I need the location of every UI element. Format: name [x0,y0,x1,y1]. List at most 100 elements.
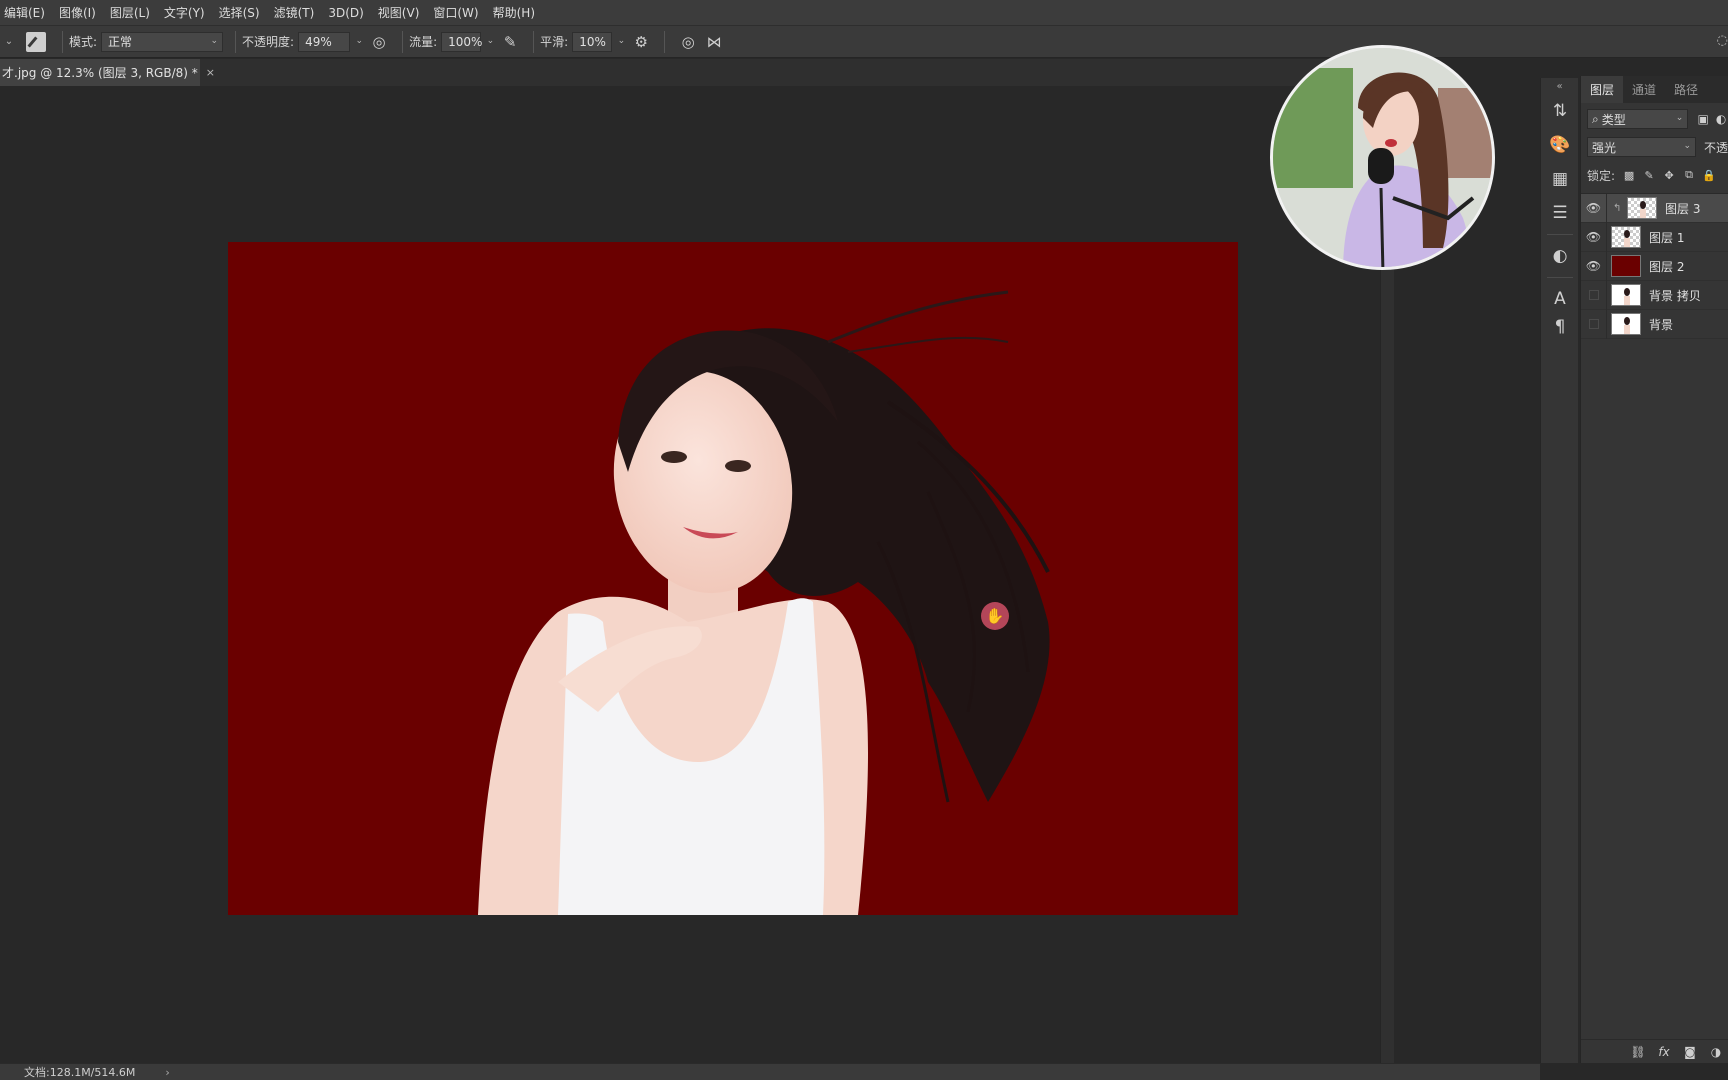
menu-layer[interactable]: 图层(L) [110,4,150,21]
add-mask-icon[interactable]: ◙ [1681,1043,1699,1061]
lock-all-icon[interactable]: 🔒 [1702,168,1716,182]
lock-position-icon[interactable]: ✥ [1662,168,1676,182]
divider [1547,277,1573,278]
menu-3d[interactable]: 3D(D) [328,6,363,20]
chevron-down-icon[interactable]: ⌄ [487,36,495,46]
filter-kind-select[interactable]: ⌕ 类型 ⌄ [1587,109,1689,129]
menu-help[interactable]: 帮助(H) [493,4,535,21]
menu-image[interactable]: 图像(I) [59,4,96,21]
clip-link-icon: ↰ [1613,202,1622,214]
menu-filter[interactable]: 滤镜(T) [274,4,315,21]
paragraph-icon[interactable]: ¶ [1541,316,1579,338]
airbrush-icon[interactable]: ✎ [501,33,519,51]
tool-preset-chevron-icon[interactable]: ⌄ [2,36,16,47]
pressure-size-icon[interactable]: ◎ [679,33,697,51]
menu-edit[interactable]: 编辑(E) [4,4,45,21]
figure-icon [1624,317,1630,334]
portrait-image [478,290,1050,915]
status-menu-arrow-icon[interactable]: › [165,1066,169,1079]
menu-bar: 编辑(E) 图像(I) 图层(L) 文字(Y) 选择(S) 滤镜(T) 3D(D… [0,0,1728,25]
figure-icon [1640,201,1646,218]
menu-type[interactable]: 文字(Y) [164,4,205,21]
status-bar: 文档:128.1M/514.6M › [0,1063,1540,1080]
menu-window[interactable]: 窗口(W) [433,4,478,21]
divider [533,30,535,53]
menu-view[interactable]: 视图(V) [378,4,420,21]
character-icon[interactable]: A [1541,282,1579,316]
tab-channels[interactable]: 通道 [1623,76,1665,103]
lock-paint-icon[interactable]: ✎ [1642,168,1656,182]
lock-label: 锁定: [1587,168,1616,183]
lock-transparent-icon[interactable]: ▩ [1622,168,1636,182]
document-tab-bar: 才.jpg @ 12.3% (图层 3, RGB/8) * × [0,59,1390,86]
image-filter-icon[interactable]: ▣ [1696,111,1710,127]
palette-icon[interactable]: 🎨 [1541,128,1579,162]
opacity-input[interactable]: 49% ⌄ [298,31,363,52]
menu-select[interactable]: 选择(S) [219,4,260,21]
options-bar: ⌄ 模式: 正常 ⌄ 不透明度: 49% ⌄ ◎ 流量: 100% ⌄ ✎ 平滑… [0,25,1728,58]
new-adjustment-icon[interactable]: ◑ [1707,1043,1725,1061]
close-icon[interactable]: × [206,66,215,79]
visibility-toggle[interactable] [1581,309,1607,339]
layers-panel: 图层 通道 路径 ⌕ 类型 ⌄ ▣ ◐ 强光 ⌄ 不透 锁定: ▩ ✎ ✥ ⧉ … [1580,76,1728,1063]
layer-thumbnail [1611,226,1641,248]
eye-icon[interactable]: 👁 [1581,193,1607,223]
smoothing-input[interactable]: 10% ⌄ [572,31,625,52]
layer-row[interactable]: 👁 图层 2 [1581,251,1728,281]
chevron-down-icon[interactable]: ⌄ [356,36,364,46]
smoothing-value: 10% [579,34,606,49]
search-icon[interactable]: ◌ [1717,33,1728,48]
hand-cursor-icon: ✋ [981,602,1009,630]
collapse-icon[interactable]: « [1541,78,1578,94]
layer-row[interactable]: 👁 ↰ 图层 3 [1581,193,1728,223]
swatches-icon[interactable]: ▦ [1541,162,1579,196]
symmetry-icon[interactable]: ⋈ [705,33,723,51]
layer-name: 背景 [1649,317,1674,332]
divider [235,30,237,53]
chevron-down-icon[interactable]: ⌄ [618,36,626,46]
gear-icon[interactable]: ⚙ [632,33,650,51]
visibility-toggle[interactable] [1581,280,1607,310]
chevron-down-icon: ⌄ [1683,141,1691,151]
panel-icon-strip: « ⇅ 🎨 ▦ ☰ ◐ A ¶ [1540,78,1578,1063]
history-icon[interactable]: ⇅ [1541,94,1579,128]
layer-filter-row: ⌕ 类型 ⌄ ▣ ◐ [1581,105,1728,133]
mode-select[interactable]: 正常 ⌄ [101,31,224,52]
panel-tabs: 图层 通道 路径 [1581,76,1728,103]
layer-name: 图层 3 [1665,201,1701,216]
adjustment-filter-icon[interactable]: ◐ [1714,111,1728,127]
lock-artboard-icon[interactable]: ⧉ [1682,168,1696,182]
tab-paths[interactable]: 路径 [1665,76,1707,103]
layer-name: 背景 拷贝 [1649,288,1701,303]
link-layers-icon[interactable]: ⛓ [1629,1043,1647,1061]
layer-row[interactable]: 背景 拷贝 [1581,280,1728,310]
figure-icon [1624,288,1630,305]
chevron-down-icon: ⌄ [210,35,219,46]
canvas-workspace[interactable]: ✋ [0,86,1380,1063]
tab-layers[interactable]: 图层 [1581,76,1624,103]
eye-icon[interactable]: 👁 [1581,251,1607,281]
blend-mode-row: 强光 ⌄ 不透 [1581,133,1728,161]
search-icon: ⌕ [1592,111,1599,126]
flow-value: 100% [448,34,483,49]
webcam-overlay [1270,45,1495,270]
layer-row[interactable]: 背景 [1581,309,1728,339]
libraries-icon[interactable]: ☰ [1541,196,1579,230]
adjustments-icon[interactable]: ◐ [1541,239,1579,273]
eye-icon[interactable]: 👁 [1581,222,1607,252]
flow-input[interactable]: 100% ⌄ [441,31,494,52]
filter-kind-value: 类型 [1601,112,1626,127]
layer-name: 图层 1 [1649,230,1685,245]
pressure-opacity-icon[interactable]: ◎ [370,33,388,51]
mode-value: 正常 [108,35,133,49]
blend-mode-select[interactable]: 强光 ⌄ [1587,137,1696,157]
figure-icon [1624,230,1630,247]
presenter-video [1273,48,1492,267]
layer-list: 👁 ↰ 图层 3 👁 图层 1 👁 图层 2 背景 拷贝 背景 [1581,193,1728,339]
brush-preset-icon[interactable] [26,31,46,52]
layer-row[interactable]: 👁 图层 1 [1581,222,1728,252]
document-canvas[interactable] [228,242,1238,915]
document-tab[interactable]: 才.jpg @ 12.3% (图层 3, RGB/8) * × [0,59,215,86]
document-tab-title: 才.jpg @ 12.3% (图层 3, RGB/8) * [2,66,198,80]
fx-icon[interactable]: fx [1655,1043,1673,1061]
